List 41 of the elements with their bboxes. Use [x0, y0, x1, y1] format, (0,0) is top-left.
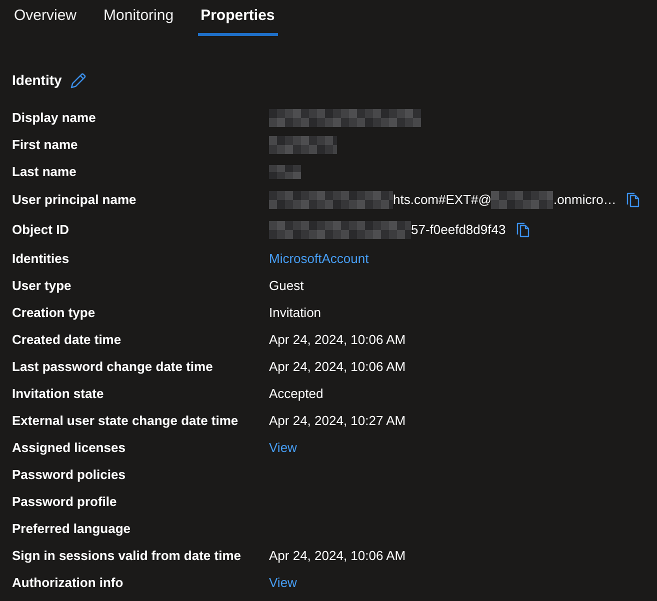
pixelated-redaction [269, 164, 301, 178]
property-value: 57-f0eefd8d9f43 [411, 221, 506, 240]
tab[interactable]: Overview [11, 0, 80, 36]
property-label: External user state change date time [12, 412, 238, 428]
property-label: Preferred language [12, 520, 130, 536]
tab[interactable]: Properties [198, 0, 278, 36]
property-label: Invitation state [12, 386, 104, 400]
tab[interactable]: Monitoring [100, 0, 177, 36]
pencil-icon[interactable] [70, 72, 87, 88]
property-link[interactable]: View [269, 572, 297, 592]
property-label: Object ID [12, 222, 70, 237]
property-label: Sign in sessions valid from date time [12, 548, 242, 562]
pixelated-redaction [269, 136, 337, 154]
property-label: Creation type [12, 304, 96, 320]
pixelated-redaction [491, 191, 554, 209]
property-label: Created date time [12, 332, 122, 346]
property-label: Authorization info [12, 574, 124, 590]
property-label: Password policies [12, 466, 126, 482]
property-value: Apr 24, 2024, 10:27 AM [269, 412, 406, 430]
property-value: hts.com#EXT#@ [393, 191, 492, 210]
property-label: Password profile [12, 494, 117, 508]
property-link[interactable]: MicrosoftAccount [269, 248, 369, 268]
property-value: Apr 24, 2024, 10:06 AM [269, 330, 406, 349]
property-value: Apr 24, 2024, 10:06 AM [269, 358, 406, 376]
copy-icon[interactable] [626, 192, 640, 208]
property-label: Identities [12, 250, 70, 266]
property-label: Assigned licenses [12, 440, 126, 454]
property-label: User type [12, 278, 72, 292]
property-value: Accepted [269, 384, 324, 403]
property-label: Last name [12, 164, 76, 178]
property-label: Display name [12, 110, 96, 124]
property-value: Guest [269, 276, 304, 295]
property-value: Apr 24, 2024, 10:06 AM [269, 546, 406, 565]
property-link[interactable]: View [269, 438, 297, 458]
property-value: Invitation [269, 304, 322, 322]
section-title: Identity [12, 70, 62, 90]
property-value: .onmicro… [553, 191, 616, 210]
property-label: User principal name [12, 192, 136, 207]
property-label: First name [12, 136, 78, 152]
property-label: Last password change date time [12, 358, 213, 374]
copy-icon[interactable] [516, 222, 530, 238]
